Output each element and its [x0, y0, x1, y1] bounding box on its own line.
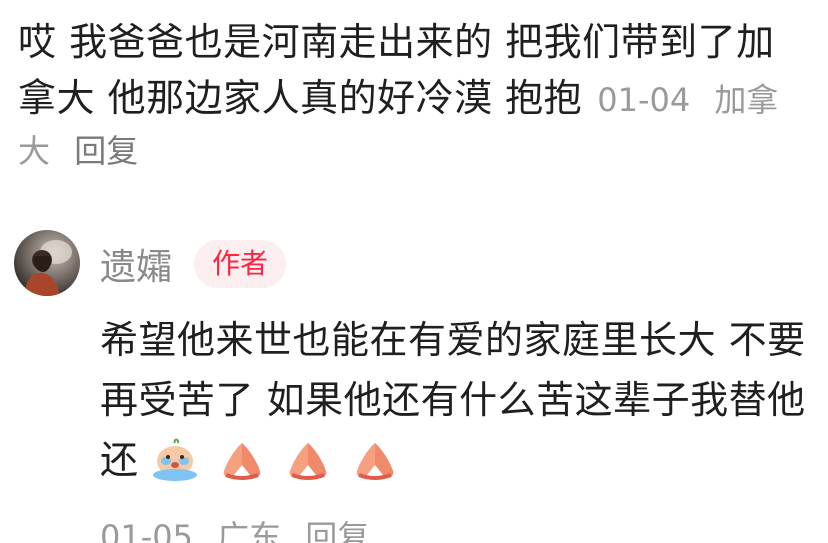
praying-hands-emoji-icon [218, 437, 266, 481]
reply-date: 01-05 [100, 518, 193, 543]
crying-face-emoji-icon [151, 437, 199, 481]
avatar[interactable] [14, 230, 80, 296]
author-name[interactable]: 遗孀 [100, 238, 172, 290]
reply-meta: 01-05 广东 回复 [100, 512, 383, 543]
praying-hands-emoji-icon [284, 437, 332, 481]
reply-text: 希望他来世也能在有爱的家庭里长大 不要再受苦了 如果他还有什么苦这辈子我替他还 [100, 310, 812, 490]
praying-hands-emoji-icon [351, 437, 399, 481]
reply-button[interactable]: 回复 [305, 518, 369, 543]
author-row: 遗孀 作者 [100, 236, 287, 292]
reply-location: 广东 [217, 518, 282, 543]
comment-date: 01-04 [597, 81, 691, 119]
author-badge: 作者 [194, 240, 287, 288]
comment-item: 哎 我爸爸也是河南走出来的 把我们带到了加拿大 他那边家人真的好冷漠 抱抱 01… [18, 14, 808, 172]
reply-body: 希望他来世也能在有爱的家庭里长大 不要再受苦了 如果他还有什么苦这辈子我替他还 [100, 318, 806, 482]
reply-button[interactable]: 回复 [74, 132, 138, 170]
